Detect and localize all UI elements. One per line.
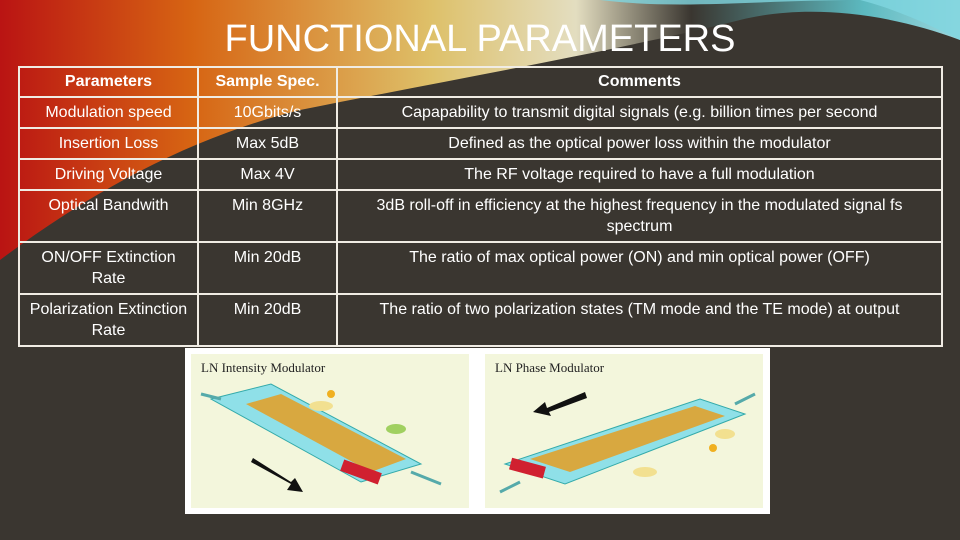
table-row: Optical Bandwith Min 8GHz 3dB roll-off i… — [18, 189, 943, 243]
cell-spec: Min 20dB — [197, 241, 338, 295]
cell-comment: 3dB roll-off in efficiency at the highes… — [336, 189, 943, 243]
cell-spec: 10Gbits/s — [197, 96, 338, 129]
parameters-table: Parameters Sample Spec. Comments Modulat… — [18, 66, 943, 347]
phase-modulator-panel: LN Phase Modulator — [485, 354, 763, 508]
cell-spec: Max 5dB — [197, 127, 338, 160]
cell-parameter: Insertion Loss — [18, 127, 199, 160]
header-comments: Comments — [336, 66, 943, 98]
table-row: Insertion Loss Max 5dB Defined as the op… — [18, 127, 943, 160]
cell-comment: The ratio of max optical power (ON) and … — [336, 241, 943, 295]
cell-comment: Defined as the optical power loss within… — [336, 127, 943, 160]
intensity-modulator-caption: LN Intensity Modulator — [201, 360, 326, 375]
cell-parameter: Optical Bandwith — [18, 189, 199, 243]
intensity-modulator-panel: LN Intensity Modulator — [191, 354, 469, 508]
table-row: Polarization Extinction Rate Min 20dB Th… — [18, 293, 943, 347]
intensity-modulator-diagram — [200, 383, 442, 492]
cell-comment: The RF voltage required to have a full m… — [336, 158, 943, 191]
cell-parameter: ON/OFF Extinction Rate — [18, 241, 199, 295]
cell-parameter: Polarization Extinction Rate — [18, 293, 199, 347]
table-row: ON/OFF Extinction Rate Min 20dB The rati… — [18, 241, 943, 295]
page-title: FUNCTIONAL PARAMETERS — [224, 18, 736, 60]
table-row: Driving Voltage Max 4V The RF voltage re… — [18, 158, 943, 191]
table-header-row: Parameters Sample Spec. Comments — [18, 66, 943, 98]
cell-parameter: Modulation speed — [18, 96, 199, 129]
cell-spec: Min 20dB — [197, 293, 338, 347]
header-sample-spec: Sample Spec. — [197, 66, 338, 98]
cell-spec: Max 4V — [197, 158, 338, 191]
phase-modulator-diagram — [499, 392, 756, 494]
phase-modulator-caption: LN Phase Modulator — [495, 360, 605, 375]
cell-spec: Min 8GHz — [197, 189, 338, 243]
cell-parameter: Driving Voltage — [18, 158, 199, 191]
cell-comment: Capapability to transmit digital signals… — [336, 96, 943, 129]
modulator-figure: LN Intensity Modulator LN Phase Modulato… — [185, 348, 770, 514]
cell-comment: The ratio of two polarization states (TM… — [336, 293, 943, 347]
header-parameters: Parameters — [18, 66, 199, 98]
table-row: Modulation speed 10Gbits/s Capapability … — [18, 96, 943, 129]
